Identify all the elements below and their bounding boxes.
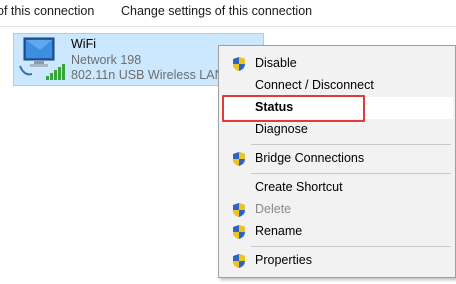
menu-item-delete: Delete (221, 199, 453, 221)
menu-item-label: Properties (255, 253, 312, 267)
toolbar-item-change-settings[interactable]: Change settings of this connection (121, 4, 312, 18)
menu-separator (251, 173, 451, 174)
uac-shield-icon (233, 57, 245, 71)
menu-separator (251, 246, 451, 247)
menu-item-label: Rename (255, 224, 303, 238)
adapter-network: Network 198 (71, 53, 142, 67)
menu-item-label: Diagnose (255, 122, 308, 136)
menu-item-label: Disable (255, 56, 297, 70)
menu-item-bridge-connections[interactable]: Bridge Connections (221, 148, 453, 170)
highlight-box (222, 95, 365, 122)
menu-item-label: Delete (255, 202, 292, 216)
menu-item-label: Bridge Connections (255, 151, 365, 165)
menu-item-label: Connect / Disconnect (255, 78, 374, 92)
menu-item-rename[interactable]: Rename (221, 221, 453, 243)
adapter-name: WiFi (71, 37, 96, 51)
context-menu: Disable Connect / Disconnect Status Diag… (218, 45, 456, 278)
uac-shield-icon (233, 225, 245, 239)
menu-item-disable[interactable]: Disable (221, 53, 453, 75)
uac-shield-icon (233, 254, 245, 268)
menu-item-label: Create Shortcut (255, 180, 343, 194)
menu-item-diagnose[interactable]: Diagnose (221, 119, 453, 141)
menu-item-create-shortcut[interactable]: Create Shortcut (221, 177, 453, 199)
uac-shield-icon (233, 152, 245, 166)
menu-separator (251, 144, 451, 145)
uac-shield-icon (233, 203, 245, 217)
menu-item-connect-disconnect[interactable]: Connect / Disconnect (221, 75, 453, 97)
wifi-adapter-icon (19, 37, 65, 80)
menu-item-properties[interactable]: Properties (221, 250, 453, 272)
command-bar: of this connection Change settings of th… (0, 0, 456, 27)
toolbar-item-diagnose[interactable]: of this connection (0, 4, 94, 18)
